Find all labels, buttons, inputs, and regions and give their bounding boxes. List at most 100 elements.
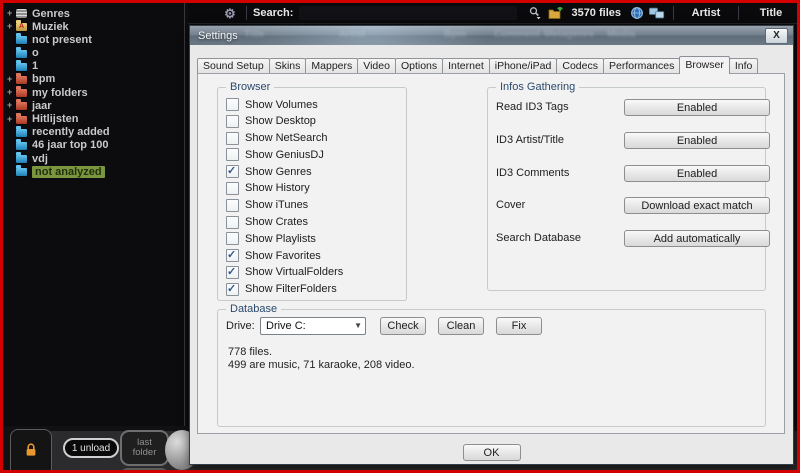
sidebar-item-label: jaar bbox=[32, 99, 52, 112]
id3-comments-button[interactable]: Enabled bbox=[624, 165, 770, 182]
info-row-cover: Cover Download exact match bbox=[488, 197, 770, 214]
fix-button[interactable]: Fix bbox=[496, 317, 542, 335]
info-row-label: ID3 Comments bbox=[496, 167, 570, 179]
checkbox-show-volumes[interactable]: Show Volumes bbox=[226, 98, 402, 111]
checkbox-show-desktop[interactable]: Show Desktop bbox=[226, 114, 402, 128]
infos-group-title: Infos Gathering bbox=[496, 81, 580, 94]
checkbox-show-history[interactable]: Show History bbox=[226, 181, 402, 195]
last-folder-button[interactable]: last folder bbox=[120, 430, 169, 466]
gear-icon[interactable]: ⚙ bbox=[222, 7, 238, 20]
dialog-titlebar[interactable]: Settings Title Artist Bpm Comment Metage… bbox=[190, 26, 793, 45]
lock-button[interactable] bbox=[10, 429, 52, 470]
partial-button[interactable] bbox=[120, 468, 169, 470]
expander-icon[interactable]: + bbox=[7, 74, 16, 84]
checkbox-box[interactable] bbox=[226, 148, 239, 162]
sidebar-item-label: o bbox=[32, 47, 39, 60]
cover-button[interactable]: Download exact match bbox=[624, 197, 770, 214]
unload-button[interactable]: 1 unload bbox=[63, 438, 119, 458]
checkbox-box[interactable] bbox=[226, 114, 239, 128]
sidebar-item-bpm[interactable]: + bpm bbox=[3, 72, 184, 86]
sidebar-item-muziek[interactable]: + Muziek bbox=[3, 20, 184, 33]
checkbox-show-virtualfolders[interactable]: Show VirtualFolders bbox=[226, 265, 402, 279]
checkbox-show-netsearch[interactable]: Show NetSearch bbox=[226, 131, 402, 145]
checkbox-box[interactable] bbox=[226, 282, 239, 296]
check-button[interactable]: Check bbox=[380, 317, 426, 335]
checkbox-box[interactable] bbox=[226, 248, 239, 263]
checkbox-box[interactable] bbox=[226, 265, 239, 279]
search-label: Search: bbox=[253, 7, 294, 19]
sidebar-item-label: vdj bbox=[32, 152, 48, 165]
tab-options[interactable]: Options bbox=[394, 58, 444, 73]
checkbox-box[interactable] bbox=[226, 98, 239, 111]
sidebar-item-46-jaar-top-100[interactable]: 46 jaar top 100 bbox=[3, 138, 184, 152]
tab-info[interactable]: Info bbox=[728, 58, 759, 73]
checkbox-show-genres[interactable]: Show Genres bbox=[226, 164, 402, 179]
browser-group-title: Browser bbox=[226, 81, 275, 94]
column-header-title[interactable]: Title bbox=[745, 7, 797, 19]
tab-internet[interactable]: Internet bbox=[442, 58, 490, 73]
netsearch-globe-icon[interactable] bbox=[629, 6, 645, 20]
checkbox-show-geniusdj[interactable]: Show GeniusDJ bbox=[226, 148, 402, 162]
tab-iphone-ipad[interactable]: iPhone/iPad bbox=[488, 58, 558, 73]
checkbox-box[interactable] bbox=[226, 164, 239, 179]
tab-performances[interactable]: Performances bbox=[602, 58, 681, 73]
database-group-title: Database bbox=[226, 303, 282, 316]
search-input[interactable] bbox=[299, 6, 518, 20]
sidebar-item-not-analyzed[interactable]: not analyzed bbox=[3, 165, 184, 178]
checkbox-show-crates[interactable]: Show Crates bbox=[226, 215, 402, 229]
sidebar-item-hitlijsten[interactable]: + Hitlijsten bbox=[3, 112, 184, 126]
tab-codecs[interactable]: Codecs bbox=[556, 58, 604, 73]
search-options-icon[interactable] bbox=[527, 6, 543, 20]
sidebar-item-label: 1 bbox=[32, 60, 39, 73]
database-group: Database Drive: Drive C: ▼ Check Clean F… bbox=[217, 303, 766, 427]
info-row-search-database: Search Database Add automatically bbox=[488, 230, 770, 247]
checkbox-label: Show iTunes bbox=[245, 199, 309, 212]
sidebar-item-1[interactable]: 1 bbox=[3, 59, 184, 73]
expander-icon[interactable]: + bbox=[7, 9, 16, 18]
checkbox-show-favorites[interactable]: Show Favorites bbox=[226, 248, 402, 263]
checkbox-show-filterfolders[interactable]: Show FilterFolders bbox=[226, 282, 402, 296]
chevron-down-icon: ▼ bbox=[354, 321, 362, 330]
ok-button[interactable]: OK bbox=[462, 444, 521, 461]
tab-browser[interactable]: Browser bbox=[679, 56, 730, 74]
sidebar-item-o[interactable]: o bbox=[3, 46, 184, 60]
clean-button[interactable]: Clean bbox=[438, 317, 484, 335]
sidebar-item-genres[interactable]: + Genres bbox=[3, 7, 184, 20]
tab-sound-setup[interactable]: Sound Setup bbox=[197, 58, 270, 73]
last-folder-line2: folder bbox=[132, 447, 157, 458]
sidebar-item-my-folders[interactable]: + my folders bbox=[3, 86, 184, 99]
expander-icon[interactable]: + bbox=[7, 114, 16, 124]
folder-icon bbox=[16, 138, 27, 150]
checkbox-box[interactable] bbox=[226, 232, 239, 246]
sidebar-item-not-present[interactable]: not present bbox=[3, 33, 184, 46]
tab-skins[interactable]: Skins bbox=[268, 58, 307, 73]
sidebar-item-label: Muziek bbox=[32, 20, 69, 33]
checkbox-box[interactable] bbox=[226, 215, 239, 229]
column-header-artist[interactable]: Artist bbox=[680, 7, 732, 19]
sidebar-item-vdj[interactable]: vdj bbox=[3, 152, 184, 165]
checkbox-box[interactable] bbox=[226, 198, 239, 212]
expander-icon[interactable]: + bbox=[7, 101, 16, 110]
expander-icon[interactable]: + bbox=[7, 22, 16, 31]
read-id3-tags-button[interactable]: Enabled bbox=[624, 99, 770, 116]
id3-artist-title-button[interactable]: Enabled bbox=[624, 132, 770, 149]
sidebar-item-recently-added[interactable]: recently added bbox=[3, 125, 184, 139]
tab-video[interactable]: Video bbox=[357, 58, 396, 73]
close-icon[interactable]: X bbox=[765, 28, 788, 44]
checkbox-show-playlists[interactable]: Show Playlists bbox=[226, 232, 402, 246]
checkbox-label: Show Genres bbox=[245, 165, 312, 178]
sidebar-item-label: not present bbox=[32, 33, 92, 46]
tab-mappers[interactable]: Mappers bbox=[305, 58, 359, 73]
sidebar-item-jaar[interactable]: + jaar bbox=[3, 99, 184, 112]
drive-select[interactable]: Drive C: ▼ bbox=[260, 317, 366, 335]
files-breakdown-stat: 499 are music, 71 karaoke, 208 video. bbox=[228, 359, 415, 371]
checkbox-label: Show FilterFolders bbox=[245, 283, 337, 296]
checkbox-box[interactable] bbox=[226, 131, 239, 145]
add-folder-icon[interactable] bbox=[547, 6, 563, 20]
network-monitors-icon[interactable] bbox=[649, 7, 665, 20]
search-database-button[interactable]: Add automatically bbox=[624, 230, 770, 247]
separator bbox=[246, 6, 247, 20]
expander-icon[interactable]: + bbox=[7, 88, 16, 97]
checkbox-box[interactable] bbox=[226, 181, 239, 195]
checkbox-show-itunes[interactable]: Show iTunes bbox=[226, 198, 402, 212]
